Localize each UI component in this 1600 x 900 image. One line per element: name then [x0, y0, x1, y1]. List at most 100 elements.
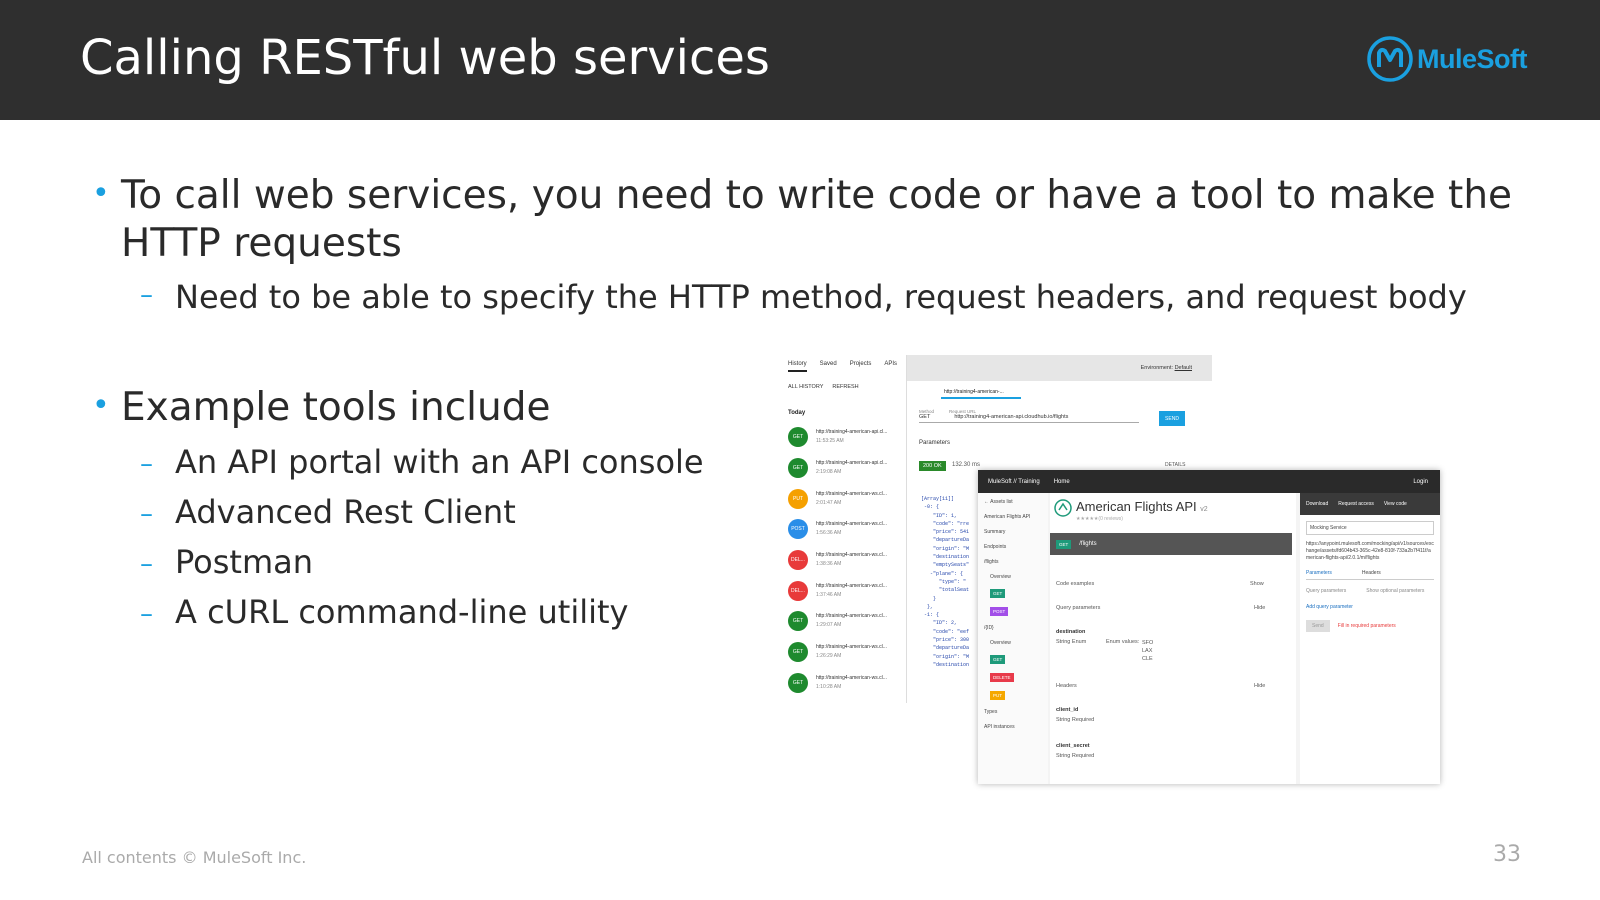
bullet-1: To call web services, you need to write … [121, 173, 1513, 266]
query-label: Query parameters [1306, 588, 1347, 594]
parameters-toggle[interactable]: Parameters [919, 440, 950, 446]
history-row[interactable]: DEL... http://training4-american-ws.cl...… [784, 575, 906, 606]
history-time: 1:37:46 AM [816, 591, 842, 598]
side-id[interactable]: /{ID} [984, 625, 1042, 631]
sub-bullet-2-2: Advanced Rest Client [175, 493, 516, 531]
arc-history-sidebar: History Saved Projects APIs ALL HISTORY … [784, 355, 907, 703]
history-url: http://training4-american-ws.cl... [816, 552, 887, 559]
all-history-link[interactable]: ALL HISTORY [788, 384, 823, 390]
environment-label: Environment: [1140, 365, 1174, 371]
side-post-chip[interactable]: POST [990, 607, 1009, 616]
method-badge: GET [788, 427, 808, 448]
api-title: American Flights API [1076, 499, 1197, 514]
tab-parameters[interactable]: Parameters [1306, 570, 1332, 576]
history-row[interactable]: GET http://training4-american-ws.cl... 1:2… [784, 637, 906, 668]
sub-bullet-2-4: A cURL command-line utility [175, 593, 629, 631]
method-badge: GET [788, 642, 808, 663]
slide-title: Calling RESTful web services [80, 30, 770, 86]
bullet-icon: • [92, 176, 110, 211]
show-code-toggle[interactable]: Show [1250, 581, 1264, 587]
api-console-panel: Download Request access View code Mockin… [1300, 493, 1440, 784]
history-row[interactable]: GET http://training4-american-api.cl... 2:… [784, 453, 906, 484]
assets-list-link[interactable]: ← Assets list [984, 499, 1042, 505]
refresh-link[interactable]: REFRESH [832, 384, 858, 390]
logo-text: MuleSoft [1417, 43, 1528, 74]
mulesoft-logo: MuleSoft [1367, 36, 1528, 82]
history-row[interactable]: GET http://training4-american-api.cl... 11… [784, 422, 906, 453]
tab-headers[interactable]: Headers [1362, 570, 1381, 576]
tab-saved[interactable]: Saved [820, 361, 837, 372]
history-row[interactable]: GET http://training4-american-ws.cl... 1:1… [784, 668, 906, 699]
side-get-chip-2[interactable]: GET [990, 655, 1006, 664]
method-badge: DEL... [788, 550, 808, 571]
api-icon [1054, 499, 1072, 517]
add-query-button[interactable]: Add query parameter [1306, 604, 1434, 610]
side-put-chip[interactable]: PUT [990, 691, 1005, 700]
history-url: http://training4-american-ws.cl... [816, 582, 887, 589]
header-client-id: client_id [1056, 707, 1079, 713]
endpoint-bar: GET /flights [1050, 533, 1292, 555]
side-api-name[interactable]: American Flights API [984, 514, 1042, 520]
method-badge: PUT [788, 488, 808, 509]
login-link[interactable]: Login [1413, 479, 1428, 485]
sub-bullet-2-1: An API portal with an API console [175, 443, 704, 481]
slide-header: Calling RESTful web services MuleSoft [0, 0, 1600, 120]
history-row[interactable]: GET http://training4-american-ws.cl... 1:2… [784, 606, 906, 637]
dash-icon: – [140, 449, 153, 479]
request-access-button[interactable]: Request access [1338, 501, 1374, 507]
side-flights[interactable]: /flights [984, 559, 1042, 565]
header-type: String [1056, 717, 1071, 723]
code-examples-heading: Code examples [1056, 581, 1095, 587]
environment-select[interactable]: Default [1175, 365, 1192, 371]
hide-query-toggle[interactable]: Hide [1254, 605, 1265, 611]
console-send-button[interactable]: Send [1306, 620, 1330, 632]
side-delete-chip[interactable]: DELETE [990, 673, 1014, 682]
endpoint-path: /flights [1079, 541, 1097, 547]
side-summary[interactable]: Summary [984, 529, 1042, 535]
reviews-count: (0 reviews) [1098, 516, 1123, 522]
history-row[interactable]: DEL... http://training4-american-ws.cl...… [784, 545, 906, 576]
rating-stars-icon: ★★★★★ [1076, 516, 1099, 522]
method-badge: GET [788, 458, 808, 479]
history-time: 2:19:08 AM [816, 469, 842, 476]
mocking-service-select[interactable]: Mocking Service [1306, 521, 1434, 535]
headers-heading: Headers [1056, 683, 1077, 689]
side-overview[interactable]: Overview [984, 574, 1042, 580]
side-types[interactable]: Types [984, 709, 1042, 715]
url-tab[interactable]: http://training4-american-... [941, 386, 1021, 399]
sub-bullet-2-3: Postman [175, 543, 314, 581]
tab-projects[interactable]: Projects [850, 361, 872, 372]
required-badge: Required [1071, 717, 1095, 723]
param-type: String [1056, 639, 1071, 645]
side-overview-2[interactable]: Overview [984, 640, 1042, 646]
show-optional-checkbox[interactable]: Show optional parameters [1366, 588, 1424, 594]
mulesoft-logo-icon [1367, 36, 1413, 82]
request-url-input[interactable]: http://training4-american-api.cloudhub.i… [954, 414, 1068, 420]
history-time: 1:29:07 AM [816, 622, 842, 629]
hide-headers-toggle[interactable]: Hide [1254, 683, 1265, 689]
tab-apis[interactable]: APIs [884, 361, 897, 372]
method-select[interactable]: GET [919, 414, 930, 420]
history-url: http://training4-american-ws.cl... [816, 521, 887, 528]
history-url: http://training4-american-ws.cl... [816, 613, 887, 620]
history-row[interactable]: PUT http://training4-american-ws.cl... 2:0… [784, 483, 906, 514]
view-code-button[interactable]: View code [1384, 501, 1407, 507]
details-link[interactable]: DETAILS [1165, 462, 1185, 468]
side-get-chip[interactable]: GET [990, 589, 1006, 598]
required-badge: Required [1071, 753, 1095, 759]
header-client-secret: client_secret [1056, 743, 1090, 749]
enum-value: LAX [1142, 648, 1153, 654]
home-link[interactable]: Home [1054, 479, 1070, 485]
side-endpoints[interactable]: Endpoints [984, 544, 1042, 550]
exchange-screenshot: MuleSoft // Training Home Login ← Assets… [978, 470, 1440, 784]
method-badge: GET [788, 672, 808, 693]
send-button[interactable]: SEND [1159, 411, 1185, 426]
tab-history[interactable]: History [788, 361, 807, 372]
dash-icon: – [140, 499, 153, 529]
side-api-instances[interactable]: API instances [984, 724, 1042, 730]
history-time: 1:26:29 AM [816, 653, 842, 660]
history-time: 11:53:25 AM [816, 438, 844, 445]
history-row[interactable]: POST http://training4-american-ws.cl... 1:… [784, 514, 906, 545]
download-button[interactable]: Download [1306, 501, 1328, 507]
history-url: http://training4-american-ws.cl... [816, 490, 887, 497]
